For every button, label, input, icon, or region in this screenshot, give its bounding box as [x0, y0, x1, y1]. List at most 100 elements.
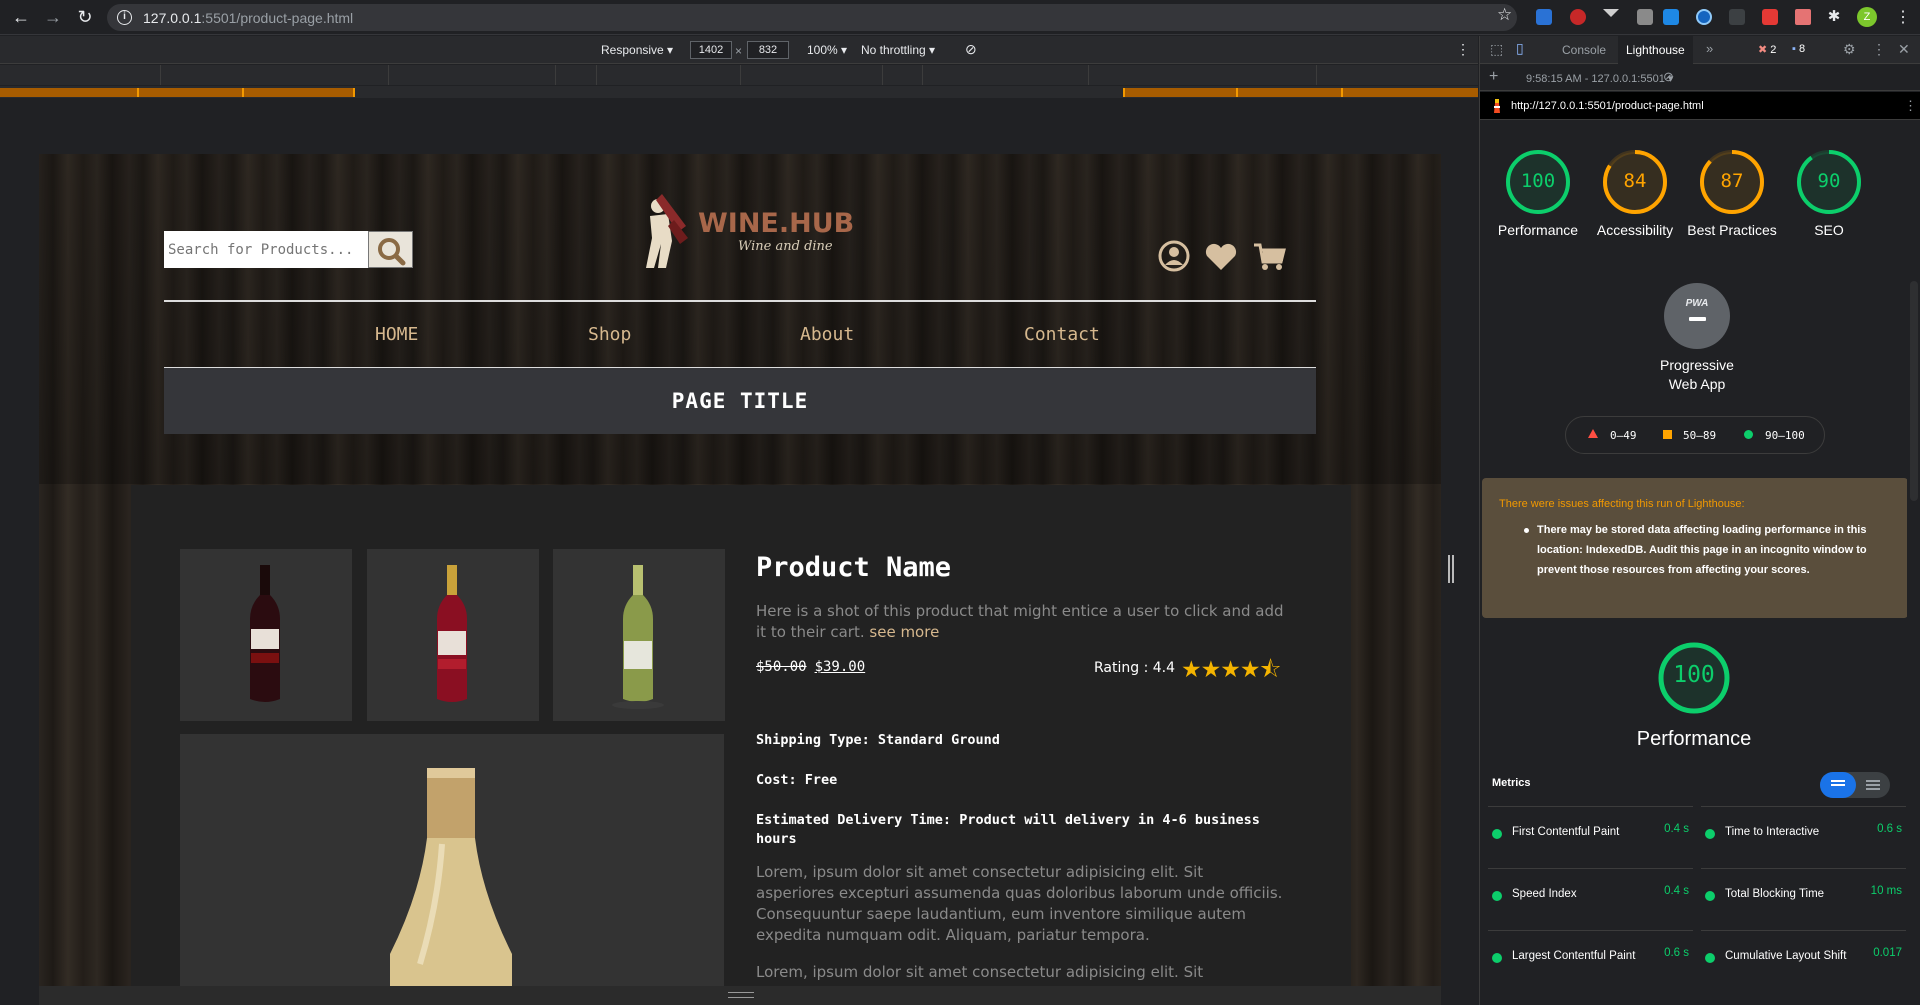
search-input[interactable]: [166, 233, 366, 266]
close-icon[interactable]: ✕: [1898, 41, 1910, 58]
warning-title: There were issues affecting this run of …: [1499, 498, 1745, 510]
rose-wine-bottle-image: [437, 565, 467, 702]
extension-icon[interactable]: [1637, 9, 1653, 25]
media-query-range[interactable]: [1236, 88, 1343, 97]
product-thumbnail[interactable]: [367, 549, 539, 721]
browser-toolbar: ← → ↻ i 127.0.0.1:5501/product-page.html…: [0, 0, 1920, 35]
lighthouse-icon: [1494, 99, 1500, 113]
clear-reports-icon[interactable]: ⊘: [1663, 69, 1674, 85]
performance-heading: Performance: [1636, 728, 1752, 750]
back-icon[interactable]: ←: [10, 6, 32, 28]
metric-row: First Contentful Paint 0.4 s: [1488, 806, 1693, 856]
extension-icon[interactable]: [1603, 9, 1619, 17]
nav-about[interactable]: About: [800, 324, 854, 345]
resize-grip-icon[interactable]: [728, 992, 754, 998]
profile-avatar[interactable]: Z: [1857, 7, 1877, 27]
browser-menu-icon[interactable]: ⋮: [1895, 7, 1911, 27]
pass-circle-icon: [1492, 829, 1502, 839]
wine-logo-icon: [646, 194, 688, 268]
search-button[interactable]: [368, 231, 413, 268]
report-select[interactable]: 9:58:15 AM - 127.0.0.1:5501 ▾: [1526, 72, 1673, 85]
shipping-cost: Cost: Free: [756, 772, 838, 788]
media-query-range[interactable]: [137, 88, 244, 97]
white-wine-bottle-image: [612, 565, 664, 709]
viewport-resize-bar[interactable]: [39, 986, 1441, 1005]
page-title: PAGE TITLE: [164, 368, 1316, 434]
product-details-paragraph: Lorem, ipsum dolor sit amet consectetur …: [756, 963, 1282, 986]
product-thumbnail[interactable]: [553, 549, 725, 721]
legend-average: 50–89: [1683, 429, 1717, 442]
more-tabs-button[interactable]: »: [1706, 41, 1713, 56]
extension-icon[interactable]: [1536, 9, 1552, 25]
devtools-menu-icon[interactable]: ⋮: [1872, 41, 1886, 58]
wine-bottle-closeup-image: [390, 768, 512, 986]
extension-icon[interactable]: [1795, 9, 1811, 25]
pass-circle-icon: [1705, 829, 1715, 839]
report-menu-icon[interactable]: ⋮: [1904, 98, 1917, 114]
extension-icon[interactable]: [1696, 9, 1712, 25]
score-gauge[interactable]: 87: [1699, 149, 1765, 215]
product-thumbnail[interactable]: [180, 549, 352, 721]
score-legend: 0–49 50–89 90–100: [1565, 416, 1825, 454]
fail-triangle-icon: [1588, 429, 1598, 438]
report-url[interactable]: http://127.0.0.1:5501/product-page.html: [1511, 100, 1704, 112]
nav-shop[interactable]: Shop: [588, 324, 631, 345]
lighthouse-toolbar: + 9:58:15 AM - 127.0.0.1:5501 ▾ ⊘: [1480, 65, 1920, 91]
error-count-badge[interactable]: ✖ 2: [1758, 43, 1776, 56]
site-info-icon[interactable]: i: [117, 10, 132, 25]
warning-text: There may be stored data affecting loadi…: [1537, 524, 1867, 576]
pwa-logo-text: PWA: [1685, 298, 1709, 309]
gauge-label: Best Practices: [1687, 222, 1777, 238]
viewport-width-handle[interactable]: [1448, 555, 1454, 583]
viewport-height-input[interactable]: 832: [747, 41, 789, 59]
extension-icon[interactable]: [1570, 9, 1586, 25]
address-bar[interactable]: i 127.0.0.1:5501/product-page.html: [107, 4, 1517, 31]
metrics-view-toggle[interactable]: [1820, 772, 1890, 798]
extension-icon[interactable]: [1663, 9, 1679, 25]
site-logo[interactable]: WINE.HUB Wine and dine: [636, 186, 854, 276]
collapsed-view-icon[interactable]: [1820, 772, 1856, 798]
url-text[interactable]: 127.0.0.1:5501/product-page.html: [143, 10, 353, 26]
see-more-link[interactable]: see more: [869, 623, 939, 641]
cart-icon[interactable]: [1253, 242, 1287, 272]
message-count-badge[interactable]: ▪ 8: [1792, 43, 1805, 55]
metric-name: Speed Index: [1512, 888, 1577, 900]
gauge-label: Performance: [1497, 222, 1579, 238]
metric-value: 0.4 s: [1664, 823, 1689, 835]
product-main-image[interactable]: [180, 734, 724, 986]
settings-gear-icon[interactable]: ⚙: [1843, 41, 1856, 58]
zoom-select[interactable]: 100% ▾: [807, 43, 847, 57]
rotate-icon[interactable]: ⊘: [965, 41, 977, 58]
width-ruler: [0, 65, 1478, 85]
devtools-scrollbar[interactable]: [1907, 121, 1920, 1005]
inspect-element-icon[interactable]: ⬚: [1490, 41, 1503, 58]
bookmark-star-icon[interactable]: ☆: [1497, 5, 1512, 25]
gauge-score: 90: [1817, 170, 1841, 192]
user-account-icon[interactable]: [1158, 240, 1190, 272]
score-gauge[interactable]: 100: [1505, 149, 1571, 215]
nav-home[interactable]: HOME: [375, 324, 418, 345]
wishlist-heart-icon[interactable]: [1204, 242, 1238, 272]
pwa-badge[interactable]: PWA: [1664, 283, 1730, 349]
reload-icon[interactable]: ↻: [74, 6, 96, 28]
tab-console[interactable]: Console: [1562, 43, 1606, 57]
expanded-view-icon[interactable]: [1866, 780, 1880, 782]
tab-lighthouse[interactable]: Lighthouse: [1618, 36, 1693, 64]
throttling-select[interactable]: No throttling ▾: [861, 43, 935, 57]
score-gauge[interactable]: 90: [1796, 149, 1862, 215]
device-toolbar-menu-icon[interactable]: ⋮: [1456, 41, 1470, 58]
nav-divider-top: [164, 300, 1316, 302]
puzzle-extensions-icon[interactable]: ✱: [1826, 9, 1842, 25]
score-gauge[interactable]: 84: [1602, 149, 1668, 215]
device-toggle-icon[interactable]: ▯: [1516, 40, 1524, 57]
nav-contact[interactable]: Contact: [1024, 324, 1100, 345]
devtools-tabbar: ⬚ ▯ Console Lighthouse » ✖ 2 ▪ 8 ⚙ ⋮ ✕: [1480, 36, 1920, 64]
extension-icon[interactable]: [1729, 9, 1745, 25]
devtools-panel: ⬚ ▯ Console Lighthouse » ✖ 2 ▪ 8 ⚙ ⋮ ✕ +…: [1479, 36, 1920, 1005]
logo-tagline: Wine and dine: [738, 239, 833, 254]
device-select[interactable]: Responsive ▾: [601, 43, 673, 57]
extension-icon[interactable]: [1762, 9, 1778, 25]
new-report-plus-icon[interactable]: +: [1489, 68, 1498, 86]
forward-icon[interactable]: →: [42, 6, 64, 28]
viewport-width-input[interactable]: 1402: [690, 41, 732, 59]
